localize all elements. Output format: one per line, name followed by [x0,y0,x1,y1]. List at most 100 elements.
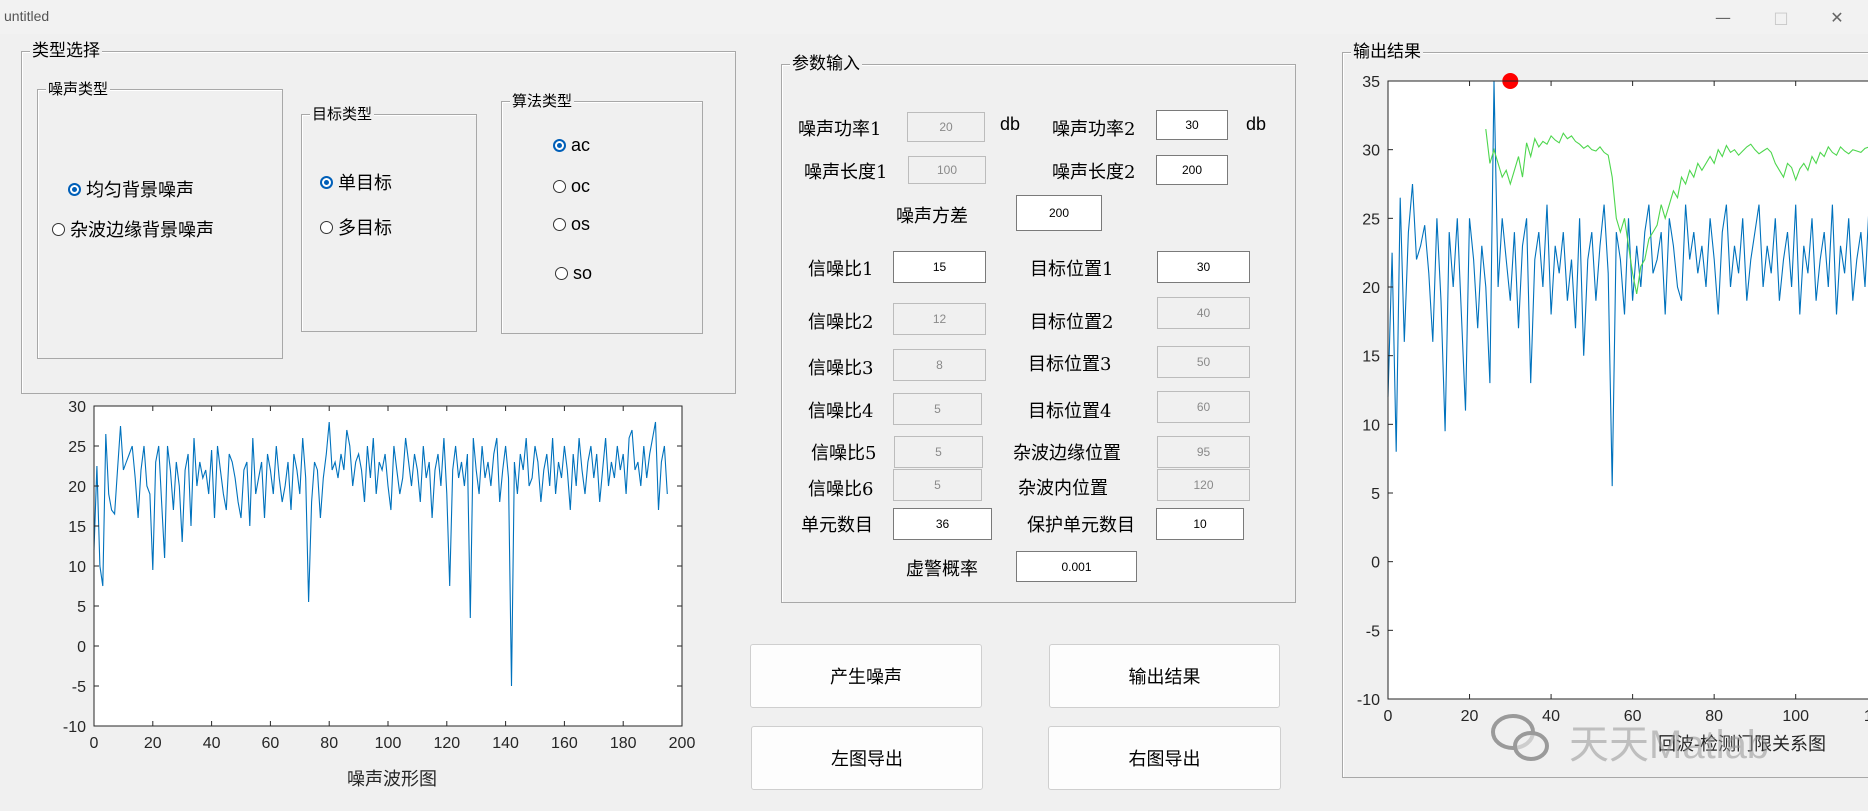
y-tick-label: 25 [1362,211,1380,228]
noise-length1-label: 噪声长度1 [804,162,888,183]
radio-algo-ac[interactable]: ac [553,135,590,156]
target-pos4-label: 目标位置4 [1028,401,1112,422]
y-tick-label: -10 [1357,692,1380,709]
clutter-inner-label: 杂波内位置 [1018,478,1108,499]
y-tick-label: 5 [1371,486,1380,503]
x-tick-label: 20 [144,735,162,752]
snr6-input[interactable] [893,469,982,501]
radio-algo-so[interactable]: so [555,263,592,284]
x-axis-label: 噪声波形图 [347,769,437,790]
x-tick-label: 180 [610,735,637,752]
y-tick-label: 15 [68,519,86,536]
noise-length2-label: 噪声长度2 [1052,162,1136,183]
guard-cell-label: 保护单元数目 [1027,515,1135,536]
x-tick-label: 60 [1624,708,1642,725]
noise-power2-input[interactable] [1156,110,1228,140]
y-tick-label: 30 [68,399,86,416]
y-tick-label: 10 [1362,417,1380,434]
y-tick-label: -5 [1366,623,1380,640]
radio-multi-target[interactable]: 多目标 [320,214,392,240]
snr2-label: 信噪比2 [808,312,874,333]
clutter-edge-label: 杂波边缘位置 [1013,443,1121,464]
snr6-label: 信噪比6 [808,479,874,500]
snr4-input[interactable] [893,393,982,425]
noise-power1-input[interactable] [907,112,985,142]
noise-power2-label: 噪声功率2 [1052,119,1136,140]
x-tick-label: 60 [262,735,280,752]
target-pos2-input[interactable] [1157,297,1250,329]
radio-selected-icon [553,139,566,152]
x-tick-label: 40 [203,735,221,752]
noise-length2-input[interactable] [1156,155,1228,185]
generate-noise-button[interactable]: 产生噪声 [750,644,982,708]
cell-count-label: 单元数目 [801,515,873,536]
export-right-button[interactable]: 右图导出 [1048,726,1281,790]
x-tick-label: 0 [90,735,99,752]
output-result-title: 输出结果 [1351,42,1423,62]
x-tick-label: 20 [1461,708,1479,725]
db-unit-2: db [1246,114,1267,134]
clutter-edge-input[interactable] [1157,436,1250,468]
false-alarm-input[interactable] [1016,551,1137,582]
target-pos2-label: 目标位置2 [1030,312,1114,333]
noise-variance-label: 噪声方差 [896,206,968,227]
target-pos1-input[interactable] [1157,251,1250,283]
clutter-inner-input[interactable] [1157,469,1250,501]
y-tick-label: -10 [63,719,86,736]
x-tick-label: 120 [433,735,460,752]
radio-unselected-icon [555,267,568,280]
output-result-button[interactable]: 输出结果 [1049,644,1280,708]
target-pos4-input[interactable] [1157,391,1250,423]
guard-cell-input[interactable] [1156,508,1244,540]
snr1-label: 信噪比1 [808,259,874,280]
x-tick-label: 40 [1542,708,1560,725]
radio-uniform-noise[interactable]: 均匀背景噪声 [68,176,194,202]
plot-area [94,406,682,726]
y-tick-label: 20 [1362,280,1380,297]
export-left-button[interactable]: 左图导出 [751,726,983,790]
algorithm-type-group: 算法类型 ac oc os so [501,91,703,334]
x-tick-label: 80 [1705,708,1723,725]
noise-type-title: 噪声类型 [46,79,111,99]
radio-algo-oc[interactable]: oc [553,176,590,197]
y-tick-label: -5 [72,679,86,696]
y-tick-label: 35 [1362,74,1380,91]
cell-count-input[interactable] [893,508,992,540]
radio-algo-os[interactable]: os [553,214,590,235]
param-input-panel: 参数输入 噪声功率1 db 噪声功率2 db 噪声长度1 噪声长度2 噪声方差 … [781,54,1296,603]
noise-waveform-chart: 0 20 40 60 80 100 120 140 160 180 200 -10 -5 0 5 10 15 20… [63,399,696,790]
x-tick-label: 120 [1864,708,1868,725]
radio-clutter-edge-noise[interactable]: 杂波边缘背景噪声 [52,216,214,242]
snr5-label: 信噪比5 [811,443,877,464]
snr3-label: 信噪比3 [808,358,874,379]
y-tick-label: 15 [1362,349,1380,366]
window-title: untitled [4,8,50,24]
param-input-title: 参数输入 [790,54,862,74]
snr2-input[interactable] [893,303,986,335]
snr5-input[interactable] [894,436,983,468]
noise-variance-input[interactable] [1016,195,1102,231]
noise-power1-label: 噪声功率1 [798,119,882,140]
y-tick-label: 0 [77,639,86,656]
x-tick-label: 100 [1782,708,1809,725]
radio-selected-icon [68,182,81,196]
target-pos3-input[interactable] [1157,346,1250,378]
plot-area [1388,81,1868,699]
maximize-icon[interactable]: □ [1758,4,1804,30]
radio-single-target[interactable]: 单目标 [320,169,392,195]
x-tick-label: 200 [669,735,696,752]
type-select-panel: 类型选择 噪声类型 均匀背景噪声 杂波边缘背景噪声 目标类型 单目标 多目标 算… [21,41,736,394]
x-axis-label: 回波-检测门限关系图 [1658,734,1826,755]
y-tick-label: 5 [77,599,86,616]
target-type-group: 目标类型 单目标 多目标 [301,104,477,332]
close-icon[interactable]: ✕ [1814,4,1860,30]
minimize-icon[interactable]: — [1700,4,1746,30]
false-alarm-label: 虚警概率 [906,559,978,580]
y-tick-label: 0 [1371,555,1380,572]
snr3-input[interactable] [893,349,986,381]
snr1-input[interactable] [893,251,986,283]
y-tick-label: 20 [68,479,86,496]
x-tick-label: 160 [551,735,578,752]
noise-length1-input[interactable] [908,156,986,184]
radio-unselected-icon [52,222,65,236]
